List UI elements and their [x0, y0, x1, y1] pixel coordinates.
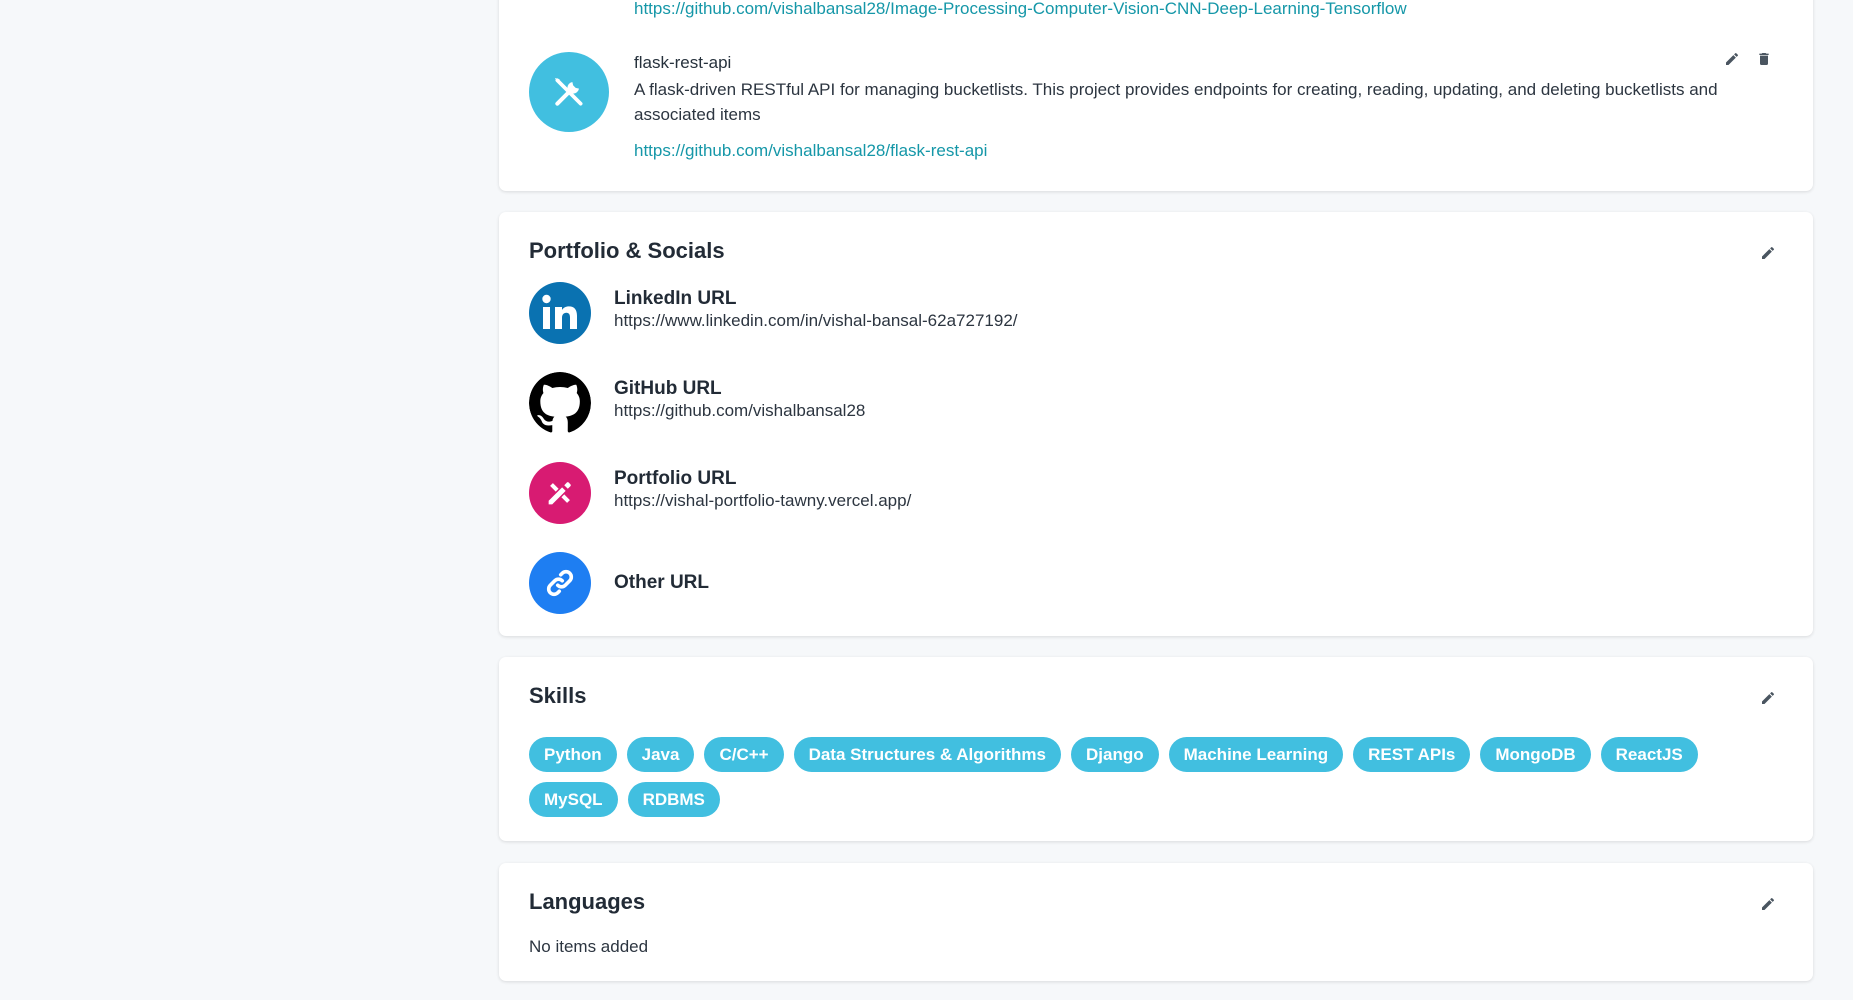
social-item-portfolio[interactable]: Portfolio URL https://vishal-portfolio-t…	[529, 462, 1329, 524]
previous-project-link[interactable]: https://github.com/vishalbansal28/Image-…	[634, 0, 1407, 18]
skill-chip: REST APIs	[1353, 737, 1471, 772]
github-icon	[529, 372, 591, 434]
social-item-github[interactable]: GitHub URL https://github.com/vishalbans…	[529, 372, 1329, 434]
social-label: LinkedIn URL	[614, 288, 737, 309]
pencil-icon[interactable]	[1759, 689, 1777, 707]
social-value: https://www.linkedin.com/in/vishal-bansa…	[614, 311, 1018, 330]
social-value: https://github.com/vishalbansal28	[614, 401, 866, 420]
skill-chip: ReactJS	[1600, 737, 1698, 772]
empty-state-text: No items added	[529, 937, 649, 956]
skill-chip: MySQL	[529, 782, 618, 817]
skills-list: Python Java C/C++ Data Structures & Algo…	[529, 737, 1729, 817]
social-item-other[interactable]: Other URL	[529, 552, 1329, 614]
skill-chip: Machine Learning	[1168, 737, 1344, 772]
pencil-icon[interactable]	[1759, 895, 1777, 913]
portfolio-icon	[529, 462, 591, 524]
skill-chip: C/C++	[704, 737, 784, 772]
project-name: flask-rest-api	[634, 53, 732, 72]
pencil-icon[interactable]	[1759, 244, 1777, 262]
projects-card: https://github.com/vishalbansal28/Image-…	[499, 0, 1813, 191]
skill-chip: Django	[1071, 737, 1159, 772]
skill-chip: MongoDB	[1480, 737, 1591, 772]
languages-card: Languages No items added	[499, 863, 1813, 981]
skill-chip: Data Structures & Algorithms	[793, 737, 1061, 772]
project-description: A flask-driven RESTful API for managing …	[634, 80, 1718, 124]
social-label: Other URL	[614, 572, 709, 593]
trash-icon[interactable]	[1755, 50, 1773, 68]
languages-title: Languages	[529, 889, 646, 914]
project-link[interactable]: https://github.com/vishalbansal28/flask-…	[634, 141, 987, 161]
link-icon	[529, 552, 591, 614]
social-label: Portfolio URL	[614, 468, 737, 489]
tools-icon	[529, 52, 609, 132]
social-label: GitHub URL	[614, 378, 722, 399]
socials-title: Portfolio & Socials	[529, 238, 725, 263]
skills-title: Skills	[529, 683, 587, 708]
social-value: https://vishal-portfolio-tawny.vercel.ap…	[614, 491, 912, 510]
social-item-linkedin[interactable]: LinkedIn URL https://www.linkedin.com/in…	[529, 282, 1329, 344]
project-actions	[1723, 50, 1773, 68]
linkedin-icon	[529, 282, 591, 344]
skill-chip: RDBMS	[627, 782, 720, 817]
socials-card: Portfolio & Socials LinkedIn URL https:/…	[499, 212, 1813, 636]
skills-card: Skills Python Java C/C++ Data Structures…	[499, 657, 1813, 841]
profile-page: https://github.com/vishalbansal28/Image-…	[0, 0, 1853, 1000]
pencil-icon[interactable]	[1723, 50, 1741, 68]
skill-chip: Java	[626, 737, 695, 772]
skill-chip: Python	[529, 737, 617, 772]
